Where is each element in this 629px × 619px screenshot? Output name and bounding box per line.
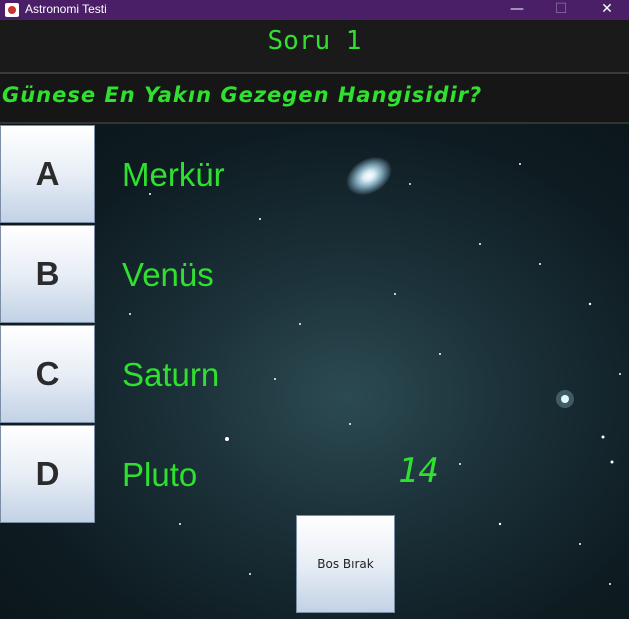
close-button[interactable]: ✕ [585, 0, 629, 20]
option-b-text: Venüs [122, 256, 214, 293]
window-title: Astronomi Testi [25, 2, 107, 16]
option-c-button[interactable]: C [0, 325, 95, 423]
countdown-timer: 14 [398, 451, 439, 491]
option-d-text: Pluto [122, 456, 198, 493]
java-app-icon [5, 3, 19, 17]
skip-question-button[interactable]: Bos Bırak [296, 515, 395, 613]
option-c-text: Saturn [122, 356, 220, 393]
window-titlebar: Astronomi Testi — ☐ ✕ [0, 0, 629, 20]
maximize-button[interactable]: ☐ [539, 0, 583, 20]
option-a-button[interactable]: A [0, 125, 95, 223]
question-header: Soru 1 [0, 20, 629, 74]
question-number-label: Soru 1 [267, 26, 362, 56]
question-bar: Günese En Yakın Gezegen Hangisidir? [0, 74, 629, 124]
minimize-button[interactable]: — [495, 0, 539, 20]
option-a-text: Merkür [122, 156, 225, 193]
option-d-button[interactable]: D [0, 425, 95, 523]
question-text: Günese En Yakın Gezegen Hangisidir? [2, 83, 483, 107]
option-b-button[interactable]: B [0, 225, 95, 323]
